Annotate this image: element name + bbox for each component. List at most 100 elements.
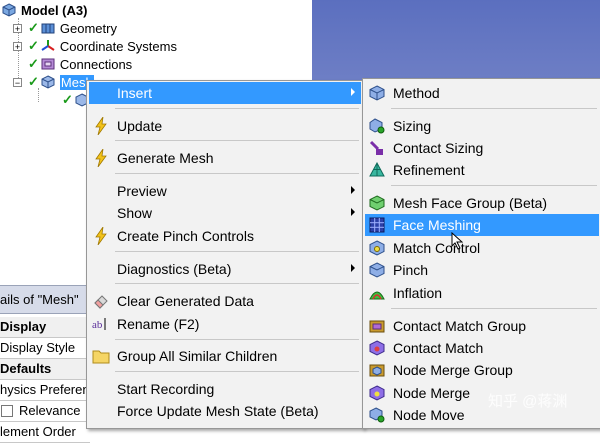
submenu-mesh-face-group-label: Mesh Face Group (Beta) — [393, 195, 548, 211]
connections-icon — [41, 57, 55, 71]
tree-item-mesh[interactable]: − ✓ Mesh — [13, 73, 94, 91]
mesh-face-group-icon — [367, 194, 387, 212]
pyramid-icon — [367, 161, 387, 179]
submenu-item-method[interactable]: Method — [365, 82, 599, 104]
submenu-item-contact-match-group[interactable]: Contact Match Group — [365, 315, 599, 337]
menu-item-generate-mesh[interactable]: Generate Mesh — [89, 147, 361, 169]
watermark: 知乎 @蒋渊 — [488, 393, 568, 410]
menu-group-similar-label: Group All Similar Children — [117, 348, 278, 364]
submenu-contact-match-group-label: Contact Match Group — [393, 318, 527, 334]
lightning-icon — [91, 149, 111, 167]
details-row-display[interactable]: Display — [0, 317, 90, 338]
collapse-icon[interactable]: − — [13, 77, 22, 87]
menu-start-recording-label: Start Recording — [117, 381, 215, 397]
menu-separator — [391, 308, 597, 309]
lightning-icon — [91, 227, 111, 245]
submenu-arrow-icon — [351, 88, 355, 96]
menu-item-update[interactable]: Update — [89, 115, 361, 137]
contact-match-group-icon — [367, 317, 387, 335]
submenu-match-control-label: Match Control — [393, 240, 481, 256]
svg-text:ab: ab — [92, 319, 103, 331]
menu-generate-mesh-label: Generate Mesh — [117, 150, 214, 166]
node-move-icon — [367, 406, 387, 424]
sizing-icon — [367, 117, 387, 135]
submenu-node-move-label: Node Move — [393, 407, 465, 423]
cube-icon — [367, 84, 387, 102]
menu-separator — [115, 140, 359, 141]
pinch-icon — [367, 261, 387, 279]
submenu-node-merge-group-label: Node Merge Group — [393, 362, 513, 378]
submenu-inflation-label: Inflation — [393, 285, 443, 301]
details-row-defaults[interactable]: Defaults — [0, 359, 90, 380]
details-row-physics-preference[interactable]: hysics Preferen — [0, 380, 90, 401]
checkmark-icon: ✓ — [28, 74, 39, 89]
menu-clear-generated-label: Clear Generated Data — [117, 293, 254, 309]
submenu-item-contact-match[interactable]: Contact Match — [365, 337, 599, 359]
menu-item-clear-generated-data[interactable]: Clear Generated Data — [89, 290, 361, 312]
expand-icon[interactable]: + — [13, 23, 22, 33]
submenu-item-inflation[interactable]: Inflation — [365, 282, 599, 304]
menu-separator — [115, 108, 359, 109]
arrow-icon — [451, 231, 464, 253]
submenu-node-merge-label: Node Merge — [393, 385, 471, 401]
menu-rename-label: Rename (F2) — [117, 316, 200, 332]
checkmark-icon: ✓ — [62, 92, 73, 107]
tree-item-model[interactable]: Model (A3) — [2, 1, 87, 19]
menu-separator — [115, 339, 359, 340]
checkmark-icon: ✓ — [28, 38, 39, 53]
submenu-arrow-icon — [351, 186, 355, 194]
menu-item-start-recording[interactable]: Start Recording — [89, 378, 361, 400]
menu-separator — [391, 185, 597, 186]
tree-coordinate-systems-label: Coordinate Systems — [59, 38, 177, 54]
expand-icon[interactable]: + — [13, 41, 22, 51]
match-control-icon — [367, 239, 387, 257]
menu-preview-label: Preview — [117, 183, 167, 199]
submenu-item-pinch[interactable]: Pinch — [365, 259, 599, 281]
contact-match-icon — [367, 339, 387, 357]
details-row-element-order[interactable]: lement Order — [0, 422, 90, 443]
rename-icon: ab — [91, 315, 111, 333]
grid-icon — [367, 216, 387, 234]
checkmark-icon: ✓ — [28, 56, 39, 71]
eraser-icon — [91, 292, 111, 310]
menu-item-preview[interactable]: Preview — [89, 180, 361, 202]
submenu-item-sizing[interactable]: Sizing — [365, 115, 599, 137]
menu-insert-label: Insert — [117, 85, 153, 101]
submenu-item-face-meshing[interactable]: Face Meshing — [365, 214, 599, 236]
menu-item-rename[interactable]: ab Rename (F2) — [89, 313, 361, 335]
submenu-arrow-icon — [351, 264, 355, 272]
submenu-item-match-control[interactable]: Match Control — [365, 237, 599, 259]
submenu-item-mesh-face-group[interactable]: Mesh Face Group (Beta) — [365, 192, 599, 214]
model-cube-icon — [2, 3, 16, 17]
node-merge-group-icon — [367, 361, 387, 379]
axes-icon — [41, 39, 55, 53]
details-row-relevance[interactable]: Relevance — [0, 401, 90, 422]
menu-item-insert[interactable]: Insert — [89, 82, 361, 104]
menu-separator — [115, 173, 359, 174]
details-panel: ails of "Mesh" Display Display Style Def… — [0, 285, 90, 443]
menu-item-group-all-similar[interactable]: Group All Similar Children — [89, 345, 361, 367]
contact-sizing-icon — [367, 139, 387, 157]
submenu-item-refinement[interactable]: Refinement — [365, 159, 599, 181]
menu-separator — [115, 251, 359, 252]
tree-item-connections[interactable]: ✓ Connections — [28, 55, 132, 73]
tree-item-geometry[interactable]: + ✓ Geometry — [13, 19, 117, 37]
submenu-face-meshing-label: Face Meshing — [393, 217, 481, 233]
menu-force-update-label: Force Update Mesh State (Beta) — [117, 403, 319, 419]
tree-item-coordinate-systems[interactable]: + ✓ Coordinate Systems — [13, 37, 177, 55]
submenu-item-node-merge-group[interactable]: Node Merge Group — [365, 359, 599, 381]
details-title: ails of "Mesh" — [0, 285, 90, 314]
submenu-item-contact-sizing[interactable]: Contact Sizing — [365, 137, 599, 159]
menu-item-create-pinch-controls[interactable]: Create Pinch Controls — [89, 225, 361, 247]
checkmark-icon: ✓ — [28, 20, 39, 35]
folder-icon — [91, 347, 111, 365]
menu-item-diagnostics[interactable]: Diagnostics (Beta) — [89, 258, 361, 280]
tree-connections-label: Connections — [59, 56, 133, 72]
submenu-sizing-label: Sizing — [393, 118, 432, 134]
menu-item-show[interactable]: Show — [89, 202, 361, 224]
details-row-display-style[interactable]: Display Style — [0, 338, 90, 359]
submenu-arrow-icon — [351, 208, 355, 216]
insert-submenu: Method Sizing Contact Sizing Refinement … — [362, 78, 600, 429]
relevance-checkbox[interactable] — [1, 404, 13, 417]
menu-item-force-update[interactable]: Force Update Mesh State (Beta) — [89, 400, 361, 422]
